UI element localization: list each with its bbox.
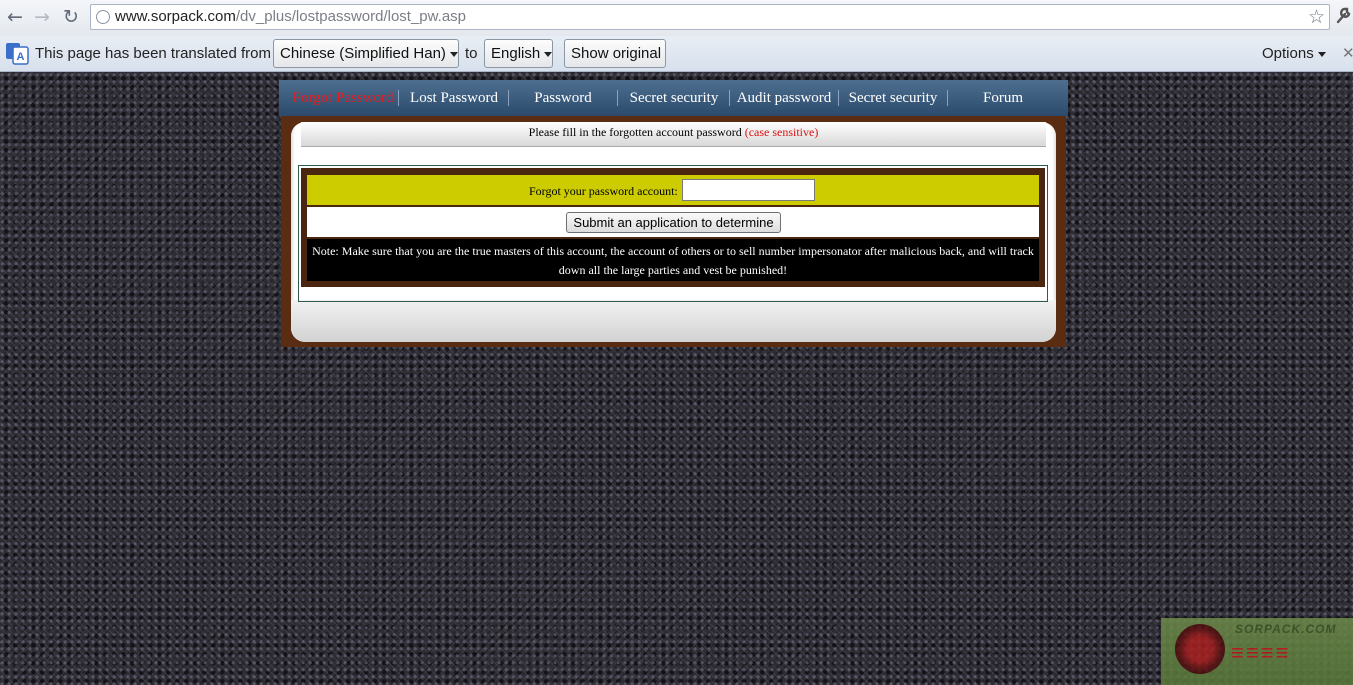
translate-icon: A xyxy=(6,43,29,65)
back-icon[interactable]: ← xyxy=(4,6,26,28)
submit-button[interactable]: Submit an application to determine xyxy=(566,212,781,233)
to-label: to xyxy=(465,45,478,62)
svg-text:A: A xyxy=(17,51,25,63)
logo-emblem xyxy=(1175,624,1225,674)
chevron-down-icon xyxy=(1317,51,1326,57)
close-icon[interactable]: ✕ xyxy=(1342,44,1353,62)
reload-icon[interactable]: ↻ xyxy=(60,6,82,28)
nav-separator xyxy=(947,90,948,106)
case-sensitive-note: (case sensitive) xyxy=(744,125,819,139)
logo-graphic-text: ≡≡≡≡ xyxy=(1231,640,1291,665)
nav-secret-security[interactable]: Secret security xyxy=(620,80,728,116)
logo-text: SORPACK.COM xyxy=(1235,622,1337,636)
form-header-text: Please fill in the forgotten account pas… xyxy=(528,125,819,139)
nav-audit-password[interactable]: Audit password xyxy=(732,80,836,116)
nav-secret-security-2[interactable]: Secret security xyxy=(841,80,945,116)
forward-icon[interactable]: → xyxy=(31,6,53,28)
wrench-icon xyxy=(1336,7,1351,24)
account-label: Forgot your password account: xyxy=(529,184,678,198)
chevron-down-icon xyxy=(544,51,553,57)
address-bar[interactable]: www.sorpack.com/dv_plus/lostpassword/los… xyxy=(90,4,1330,30)
url-text[interactable]: www.sorpack.com/dv_plus/lostpassword/los… xyxy=(115,8,466,25)
nav-forum[interactable]: Forum xyxy=(950,80,1056,116)
nav-separator xyxy=(838,90,839,106)
account-input[interactable] xyxy=(682,179,815,201)
form-header: Please fill in the forgotten account pas… xyxy=(301,122,1046,147)
chevron-down-icon xyxy=(449,51,458,57)
nav-forgot-password[interactable]: Forgot Password xyxy=(289,80,397,116)
options-menu[interactable]: Options xyxy=(1262,45,1326,62)
nav-separator xyxy=(729,90,730,106)
nav-separator xyxy=(398,90,399,106)
translate-infobar: A This page has been translated from Chi… xyxy=(0,36,1353,72)
page-info-icon[interactable] xyxy=(96,10,110,24)
form-footer xyxy=(291,300,1056,342)
show-original-button[interactable]: Show original xyxy=(564,39,666,68)
nav-lost-password[interactable]: Lost Password xyxy=(401,80,507,116)
source-language-select[interactable]: Chinese (Simplified Han) xyxy=(273,39,459,68)
bookmark-star-icon[interactable]: ☆ xyxy=(1308,6,1325,28)
nav-separator xyxy=(508,90,509,106)
nav-separator xyxy=(617,90,618,106)
nav-password[interactable]: Password xyxy=(511,80,615,116)
wrench-menu-icon[interactable] xyxy=(1335,6,1351,29)
site-watermark-logo: SORPACK.COM ≡≡≡≡ xyxy=(1161,618,1353,685)
site-nav: Forgot Password Lost Password Password S… xyxy=(279,80,1068,116)
translated-from-label: This page has been translated from xyxy=(35,45,271,62)
warning-note: Note: Make sure that you are the true ma… xyxy=(312,244,1034,277)
browser-toolbar: ← → ↻ www.sorpack.com/dv_plus/lostpasswo… xyxy=(0,0,1353,36)
target-language-select[interactable]: English xyxy=(484,39,553,68)
